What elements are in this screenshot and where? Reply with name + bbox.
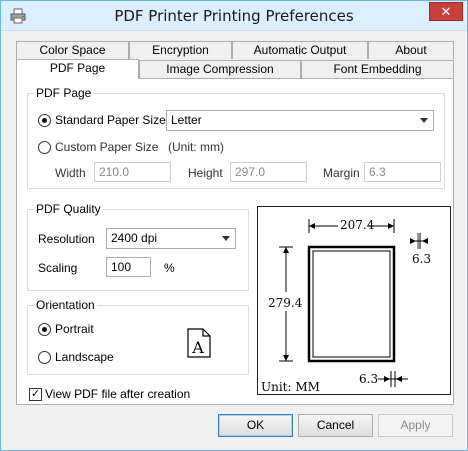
portrait-radio[interactable]	[38, 323, 51, 336]
paper-size-select[interactable]: Letter	[166, 110, 434, 131]
unit-note: (Unit: mm)	[168, 140, 224, 154]
page-preview: 207.4 279.4 6.3 6.3 Unit: MM	[257, 206, 451, 395]
apply-button[interactable]: Apply	[378, 414, 453, 437]
resolution-label: Resolution	[38, 232, 95, 246]
view-pdf-label: View PDF file after creation	[45, 387, 191, 401]
tab-font-embedding[interactable]: Font Embedding	[301, 60, 454, 78]
height-field[interactable]: 297.0	[230, 162, 307, 182]
tab-color-space[interactable]: Color Space	[16, 41, 129, 59]
landscape-radio[interactable]	[38, 351, 51, 364]
standard-paper-label: Standard Paper Size	[55, 113, 166, 127]
height-label: Height	[188, 166, 223, 180]
tab-panel: PDF Page Standard Paper Size Letter Cust…	[16, 78, 454, 405]
orientation-group-title: Orientation	[34, 298, 97, 312]
preview-unit: Unit: MM	[261, 380, 320, 394]
preview-margin-bottom: 6.3	[359, 372, 379, 386]
custom-paper-label: Custom Paper Size	[55, 140, 159, 154]
orientation-glyph: A	[191, 338, 204, 357]
close-button[interactable]: ✕	[429, 2, 463, 21]
preferences-window: PDF Printer Printing Preferences ✕ Color…	[0, 0, 468, 451]
resolution-value: 2400 dpi	[111, 231, 158, 245]
tab-encryption[interactable]: Encryption	[129, 41, 232, 59]
pdf-quality-group: PDF Quality Resolution 2400 dpi Scaling …	[27, 202, 249, 291]
custom-paper-radio[interactable]	[38, 141, 51, 154]
margin-label: Margin	[323, 166, 360, 180]
pdf-page-group: PDF Page Standard Paper Size Letter Cust…	[27, 86, 445, 189]
preview-margin-right: 6.3	[412, 252, 432, 266]
chevron-down-icon	[420, 118, 428, 123]
scaling-field[interactable]: 100	[106, 257, 151, 277]
title-bar: PDF Printer Printing Preferences ✕	[1, 1, 467, 31]
tab-automatic-output[interactable]: Automatic Output	[232, 41, 368, 59]
window-title: PDF Printer Printing Preferences	[114, 7, 354, 25]
ok-button[interactable]: OK	[218, 414, 293, 437]
tab-pdf-page[interactable]: PDF Page	[16, 59, 139, 79]
view-pdf-checkbox[interactable]: ✓	[29, 388, 42, 401]
portrait-page-icon: A	[187, 328, 211, 358]
tab-image-compression[interactable]: Image Compression	[139, 60, 301, 78]
scaling-label: Scaling	[38, 261, 78, 275]
scaling-unit: %	[164, 261, 175, 275]
pdf-quality-group-title: PDF Quality	[34, 202, 103, 216]
cancel-button[interactable]: Cancel	[298, 414, 373, 437]
pdf-page-group-title: PDF Page	[34, 86, 94, 100]
preview-height-dim: 279.4	[268, 296, 303, 310]
resolution-select[interactable]: 2400 dpi	[106, 228, 236, 249]
preview-width-dim: 207.4	[340, 218, 375, 232]
landscape-label: Landscape	[55, 350, 114, 364]
margin-field[interactable]: 6.3	[364, 162, 441, 182]
tab-about[interactable]: About	[368, 41, 454, 59]
width-field[interactable]: 210.0	[94, 162, 171, 182]
orientation-group: Orientation Portrait Landscape A	[27, 298, 249, 375]
chevron-down-icon	[222, 236, 230, 241]
paper-size-value: Letter	[171, 113, 202, 127]
portrait-label: Portrait	[55, 322, 94, 336]
standard-paper-radio[interactable]	[38, 114, 51, 127]
width-label: Width	[55, 166, 86, 180]
